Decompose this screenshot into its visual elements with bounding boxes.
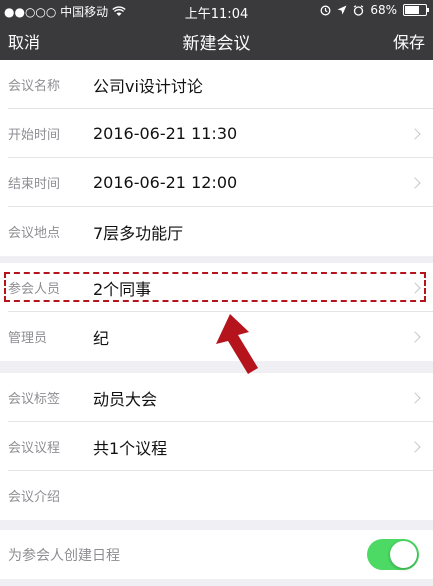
arrow-up-icon [216,314,258,374]
battery-icon [403,4,429,16]
admin-value: 纪 [93,328,110,348]
details-group: 会议标签 动员大会 会议议程 共1个议程 会议介绍 [0,373,433,520]
toggle-knob [390,541,417,568]
chevron-right-icon [409,127,421,140]
chevron-right-icon [409,440,421,453]
location-row[interactable]: 会议地点 7层多功能厅 [0,207,433,256]
chevron-right-icon [409,281,421,294]
alarm-icon [320,5,331,15]
chevron-right-icon [409,176,421,189]
intro-row[interactable]: 会议介绍 [0,471,433,520]
attendees-label: 参会人员 [8,282,61,297]
start-time-row[interactable]: 开始时间 2016-06-21 11:30 [0,109,433,158]
status-right: 68% [320,3,429,17]
location-value: 7层多功能厅 [93,223,184,243]
agenda-label: 会议议程 [8,441,61,456]
start-time-value: 2016-06-21 11:30 [93,124,238,143]
save-button[interactable]: 保存 [393,29,425,53]
attendees-row[interactable]: 参会人员 2个同事 [0,263,433,312]
meeting-name-value: 公司vi设计讨论 [93,76,203,96]
agenda-row[interactable]: 会议议程 共1个议程 [0,422,433,471]
calendar-label: 为参会人创建日程 [8,547,120,564]
tag-label: 会议标签 [8,392,61,407]
alarm-clock-icon [354,4,364,16]
location-label: 会议地点 [8,226,61,241]
meeting-name-row[interactable]: 会议名称 公司vi设计讨论 [0,60,433,109]
end-time-value: 2016-06-21 12:00 [93,173,238,192]
intro-label: 会议介绍 [8,490,61,505]
battery-percent: 68% [370,3,397,17]
start-time-label: 开始时间 [8,128,61,143]
end-time-row[interactable]: 结束时间 2016-06-21 12:00 [0,158,433,207]
agenda-value: 共1个议程 [93,438,168,458]
status-bar: ●●○○○ 中国移动 上午11:04 68% [0,0,433,22]
meeting-name-label: 会议名称 [8,79,61,94]
admin-label: 管理员 [8,331,48,346]
chevron-right-icon [409,330,421,343]
basic-info-group: 会议名称 公司vi设计讨论 开始时间 2016-06-21 11:30 结束时间… [0,60,433,256]
chevron-right-icon [409,391,421,404]
location-icon [337,5,347,15]
end-time-label: 结束时间 [8,177,61,192]
page-title: 新建会议 [182,34,251,54]
navigation-bar: 取消 新建会议 保存 [0,20,433,60]
attendees-value: 2个同事 [93,279,152,299]
tag-row[interactable]: 会议标签 动员大会 [0,373,433,422]
calendar-toggle[interactable] [367,539,419,570]
tag-value: 动员大会 [93,389,158,409]
